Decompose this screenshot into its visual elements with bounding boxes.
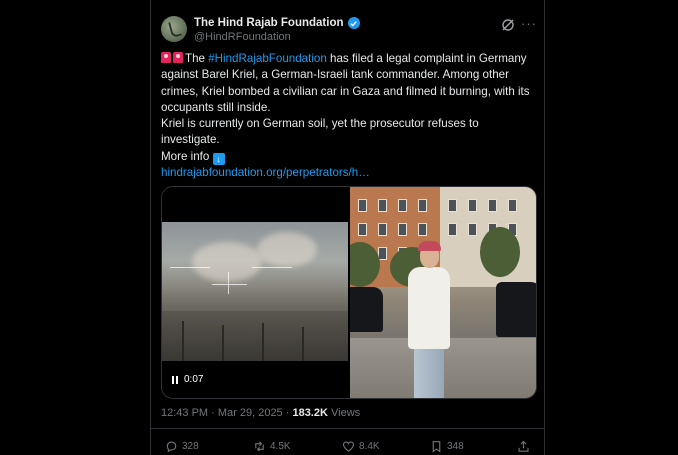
crosshair-line <box>212 284 247 285</box>
person-legs-shape <box>414 347 444 398</box>
window-shape <box>488 199 497 212</box>
bookmark-button[interactable]: 348 <box>430 440 464 453</box>
post-shape <box>182 321 184 361</box>
external-link[interactable]: hindrajabfoundation.org/perpetrators/h… <box>161 166 370 179</box>
tweet-time: 12:43 PM · Mar 29, 2025 · <box>161 407 293 419</box>
siren-emoji-icon <box>173 52 183 63</box>
window-shape <box>448 223 457 236</box>
tweet-paragraph-4: hindrajabfoundation.org/perpetrators/h… <box>161 165 536 181</box>
tweet-paragraph-3: More info ↓ <box>161 149 536 165</box>
window-shape <box>508 199 517 212</box>
crosshair-line <box>252 267 292 268</box>
window-shape <box>398 199 407 212</box>
share-icon <box>518 440 529 452</box>
window-shape <box>448 199 457 212</box>
window-shape <box>378 199 387 212</box>
repost-button[interactable]: 4.5K <box>253 440 291 453</box>
author-handle[interactable]: @HindRFoundation <box>194 31 291 43</box>
reply-icon <box>166 441 177 453</box>
share-button[interactable] <box>517 440 530 453</box>
views-label: Views <box>327 407 361 419</box>
more-options-icon[interactable]: ··· <box>521 16 537 31</box>
post-shape <box>222 325 224 361</box>
media-grid: 0:07 <box>161 186 537 399</box>
repost-icon <box>255 441 264 452</box>
post-shape <box>262 323 264 361</box>
verified-badge-icon <box>347 17 360 29</box>
tweet-text: The #HindRajabFoundation has filed a leg… <box>161 51 536 181</box>
tweet-paragraph-2: Kriel is currently on German soil, yet t… <box>161 117 479 147</box>
post-shape <box>302 327 304 361</box>
tweet-prefix: The <box>185 52 209 65</box>
bookmark-icon <box>432 441 441 453</box>
video-controls[interactable]: 0:07 <box>172 374 203 385</box>
video-frame <box>162 222 348 361</box>
window-shape <box>358 199 367 212</box>
divider <box>151 428 544 429</box>
ground-shape <box>162 311 348 361</box>
tweet-timestamp[interactable]: 12:43 PM · Mar 29, 2025 · 183.2K Views <box>161 407 360 419</box>
smoke-shape <box>257 232 317 267</box>
video-time: 0:07 <box>184 374 204 385</box>
tree-shape <box>480 227 520 277</box>
crosshair-line <box>170 267 210 268</box>
pause-icon[interactable] <box>172 375 179 384</box>
reply-button[interactable]: 328 <box>165 440 199 453</box>
crosshair-line <box>228 272 229 294</box>
like-button[interactable]: 8.4K <box>342 440 380 453</box>
parked-car-shape <box>350 287 383 332</box>
author-avatar[interactable] <box>161 16 187 42</box>
heart-icon <box>342 441 355 452</box>
down-arrow-emoji-icon: ↓ <box>212 152 225 165</box>
siren-emoji-icon <box>161 52 171 63</box>
tweet-paragraph-1: The #HindRajabFoundation has filed a leg… <box>161 51 536 116</box>
window-shape <box>468 199 477 212</box>
repost-count: 4.5K <box>270 441 291 452</box>
author-name-row[interactable]: The Hind Rajab Foundation <box>194 16 360 30</box>
reply-count: 328 <box>182 441 199 452</box>
smoke-shape <box>192 242 262 282</box>
hashtag-link[interactable]: #HindRajabFoundation <box>208 52 327 65</box>
action-bar: 328 4.5K 8.4K 348 <box>165 440 535 455</box>
window-shape <box>378 223 387 236</box>
like-count: 8.4K <box>359 441 380 452</box>
video-player[interactable]: 0:07 <box>162 187 348 398</box>
person-body-shape <box>408 267 450 349</box>
person-cap-shape <box>418 241 441 251</box>
grok-icon[interactable] <box>501 18 515 32</box>
views-count: 183.2K <box>292 407 328 419</box>
author-display-name[interactable]: The Hind Rajab Foundation <box>194 17 344 29</box>
window-shape <box>398 223 407 236</box>
parked-car-shape <box>496 282 536 337</box>
window-shape <box>418 223 427 236</box>
window-shape <box>418 199 427 212</box>
more-info-label: More info <box>161 149 213 163</box>
photo[interactable] <box>350 187 536 398</box>
window-shape <box>358 223 367 236</box>
window-shape <box>468 223 477 236</box>
bookmark-count: 348 <box>447 441 464 452</box>
